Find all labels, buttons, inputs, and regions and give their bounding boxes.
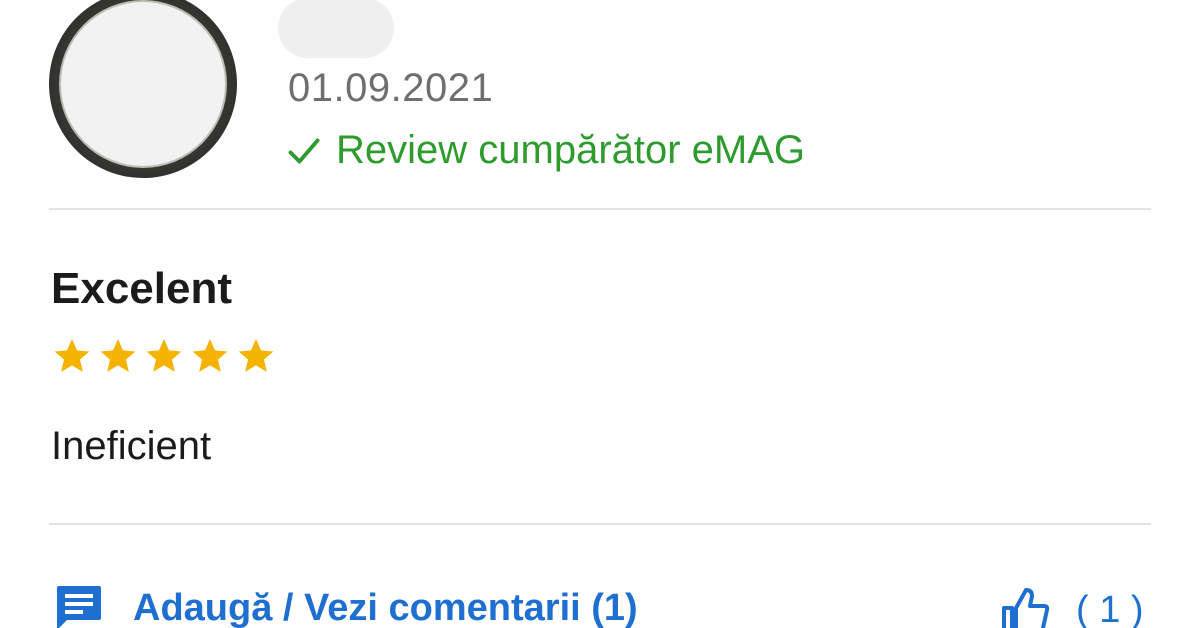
comment-icon xyxy=(57,586,101,628)
thumbs-up-icon xyxy=(1002,588,1050,628)
verified-label: Review cumpărător eMAG xyxy=(336,128,806,172)
review-text: Ineficient xyxy=(51,424,212,468)
star-icon xyxy=(100,339,136,372)
like-button[interactable]: ( 1 ) xyxy=(998,584,1144,628)
likes-count: ( 1 ) xyxy=(1076,588,1144,628)
comments-label: Adaugă / Vezi comentarii (1) xyxy=(133,586,638,628)
review-title: Excelent xyxy=(51,264,232,313)
divider xyxy=(49,208,1151,210)
comments-link[interactable]: Adaugă / Vezi comentarii (1) xyxy=(53,584,638,628)
star-icon xyxy=(54,339,90,372)
star-rating xyxy=(52,336,276,376)
star-icon xyxy=(192,339,228,372)
avatar xyxy=(49,0,237,178)
review-date: 01.09.2021 xyxy=(288,66,494,110)
star-icon xyxy=(146,339,182,372)
check-icon xyxy=(288,138,320,163)
star-icon xyxy=(238,339,274,372)
reviewer-name-redacted xyxy=(278,0,394,58)
verified-buyer-badge: Review cumpărător eMAG xyxy=(286,128,805,173)
divider xyxy=(49,523,1151,525)
review-card: 01.09.2021 Review cumpărător eMAG Excele… xyxy=(0,0,1200,628)
